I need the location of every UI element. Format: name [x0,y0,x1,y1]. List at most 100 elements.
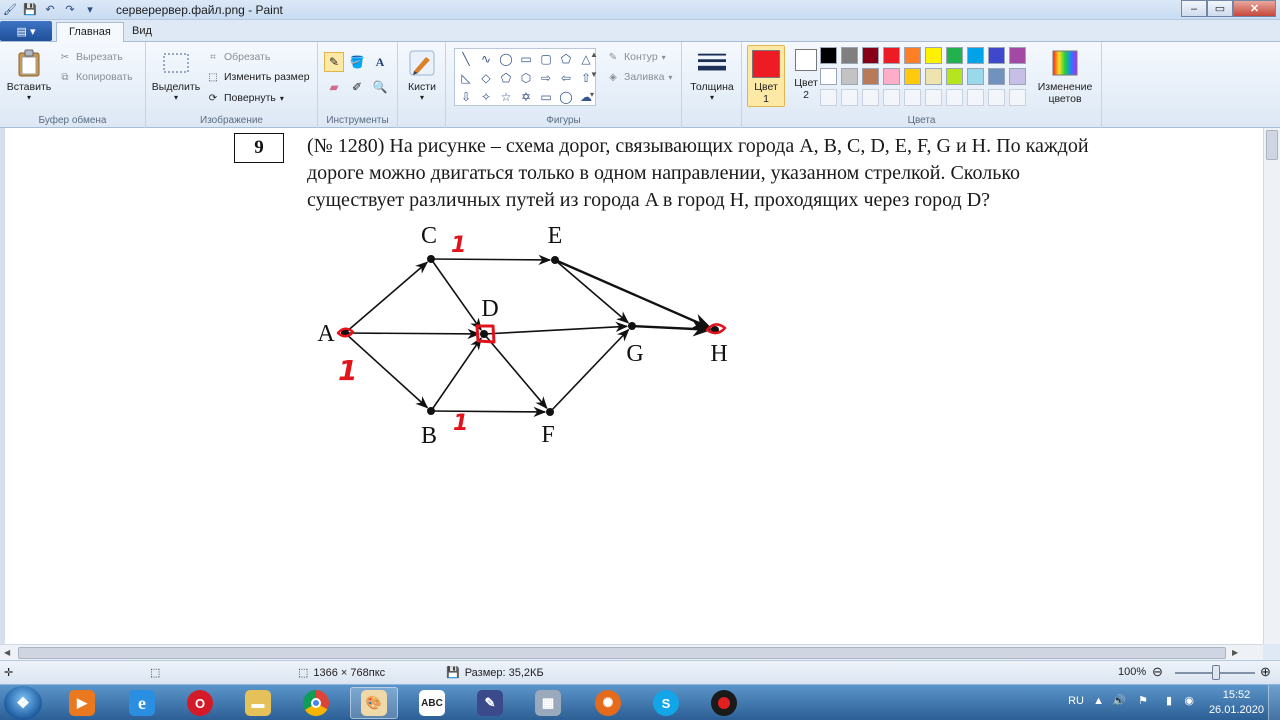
custom-color-slot[interactable] [925,89,942,106]
fill-bucket-icon[interactable]: 🪣 [347,52,367,72]
clock[interactable]: 15:52 26.01.2020 [1209,688,1264,718]
taskbar-calculator[interactable]: ▦ [524,687,572,719]
taskbar-media-player[interactable]: ▶ [58,687,106,719]
cut-button[interactable]: ✂ Вырезать [58,50,123,64]
start-button[interactable]: ❖ [4,686,42,720]
outline-button[interactable]: ✎ Контур ▾ [606,50,666,64]
save-icon[interactable]: 💾 [22,1,38,17]
custom-color-slot[interactable] [988,89,1005,106]
custom-color-slot[interactable] [862,89,879,106]
custom-color-slot[interactable] [820,89,837,106]
paint-menu-button[interactable]: ▤ ▾ [0,21,52,41]
paste-button[interactable]: Вставить ▾ [6,48,52,102]
crop-button[interactable]: ⌗ Обрезать [206,50,270,64]
callout-rect-shape-icon[interactable]: ▭ [536,87,556,106]
custom-color-slot[interactable] [967,89,984,106]
rotate-button[interactable]: ⟳ Повернуть ▾ [206,91,284,105]
diamond-shape-icon[interactable]: ◇ [476,68,496,87]
curve-shape-icon[interactable]: ∿ [476,49,496,68]
zoom-slider-handle[interactable] [1212,665,1220,680]
tab-view[interactable]: Вид [120,22,164,42]
custom-color-slot[interactable] [904,89,921,106]
palette-swatch[interactable] [967,68,984,85]
color1-button[interactable]: Цвет 1 [747,45,785,107]
zoom-in-icon[interactable]: ⊕ [1260,664,1271,680]
horizontal-scrollbar[interactable]: ◀ ▶ [0,644,1263,660]
tab-home[interactable]: Главная [56,22,124,42]
pentagon-shape-icon[interactable]: ⬠ [496,68,516,87]
right-arrow-shape-icon[interactable]: ⇨ [536,68,556,87]
resize-button[interactable]: ⬚ Изменить размер [206,70,309,84]
taskbar-editor[interactable]: ✎ [466,687,514,719]
taskbar-opera[interactable]: O [176,687,224,719]
palette-swatch[interactable] [820,68,837,85]
custom-color-slot[interactable] [1009,89,1026,106]
redo-icon[interactable]: ↷ [62,1,78,17]
taskbar-paint[interactable]: 🎨 [350,687,398,719]
four-point-star-shape-icon[interactable]: ✧ [476,87,496,106]
palette-swatch[interactable] [1009,47,1026,64]
left-arrow-shape-icon[interactable]: ⇦ [556,68,576,87]
taskbar-media-app[interactable]: ✺ [584,687,632,719]
palette-swatch[interactable] [841,47,858,64]
scroll-right-icon[interactable]: ▶ [1232,648,1238,657]
polygon-shape-icon[interactable]: ⬠ [556,49,576,68]
show-desktop-button[interactable] [1268,685,1280,720]
maximize-button[interactable]: ▭ [1207,0,1233,17]
customize-toolbar-icon[interactable]: ▾ [82,1,98,17]
magnifier-icon[interactable]: 🔍 [370,77,390,97]
language-indicator[interactable]: RU [1068,695,1084,707]
rounded-rectangle-shape-icon[interactable]: ▢ [536,49,556,68]
rectangle-shape-icon[interactable]: ▭ [516,49,536,68]
taskbar-internet-explorer[interactable]: e [118,687,166,719]
palette-swatch[interactable] [883,68,900,85]
palette-swatch[interactable] [988,47,1005,64]
palette-swatch[interactable] [946,68,963,85]
palette-swatch[interactable] [904,47,921,64]
pencil-icon[interactable]: ✎ [324,52,344,72]
taskbar-skype[interactable]: S [642,687,690,719]
palette-swatch[interactable] [820,47,837,64]
down-arrow-shape-icon[interactable]: ⇩ [456,87,476,106]
paint-app-icon[interactable]: 🖌 [2,1,18,17]
palette-swatch[interactable] [988,68,1005,85]
right-triangle-shape-icon[interactable]: ◺ [456,68,476,87]
taskbar-abc-net[interactable]: ABC [408,687,456,719]
custom-color-slot[interactable] [841,89,858,106]
five-point-star-shape-icon[interactable]: ☆ [496,87,516,106]
palette-swatch[interactable] [883,47,900,64]
palette-swatch[interactable] [862,47,879,64]
fill-button[interactable]: ◈ Заливка ▾ [606,70,672,84]
six-point-star-shape-icon[interactable]: ✡ [516,87,536,106]
text-icon[interactable]: A [370,52,390,72]
palette-swatch[interactable] [925,68,942,85]
callout-oval-shape-icon[interactable]: ◯ [556,87,576,106]
palette-swatch[interactable] [946,47,963,64]
zoom-out-icon[interactable]: ⊖ [1152,664,1163,680]
oval-shape-icon[interactable]: ◯ [496,49,516,68]
minimize-button[interactable]: – [1181,0,1207,17]
scroll-left-icon[interactable]: ◀ [4,648,10,657]
taskbar-chrome[interactable] [292,687,340,719]
drawing-canvas[interactable]: 9 (№ 1280) На рисунке – схема дорог, свя… [5,128,1263,644]
size-button[interactable]: Толщина ▾ [688,48,736,102]
vertical-scrollbar[interactable] [1263,128,1280,644]
palette-swatch[interactable] [841,68,858,85]
vertical-scroll-thumb[interactable] [1266,130,1278,160]
volume-icon[interactable]: 🔊 [1112,694,1126,707]
horizontal-scroll-thumb[interactable] [18,647,1226,659]
scroll-up-icon[interactable]: ▲ [590,50,598,59]
copy-button[interactable]: ⧉ Копировать [58,70,132,84]
expand-gallery-icon[interactable]: ▾ [590,90,594,99]
palette-swatch[interactable] [967,47,984,64]
hexagon-shape-icon[interactable]: ⬡ [516,68,536,87]
select-button[interactable]: Выделить ▾ [150,48,202,102]
line-shape-icon[interactable]: ╲ [456,49,476,68]
palette-swatch[interactable] [904,68,921,85]
custom-color-slot[interactable] [883,89,900,106]
color2-button[interactable]: Цвет 2 [789,49,823,101]
scroll-down-icon[interactable]: ▼ [590,70,598,79]
taskbar-recorder[interactable] [700,687,748,719]
custom-color-slot[interactable] [946,89,963,106]
brushes-button[interactable]: Кисти ▾ [404,48,440,102]
